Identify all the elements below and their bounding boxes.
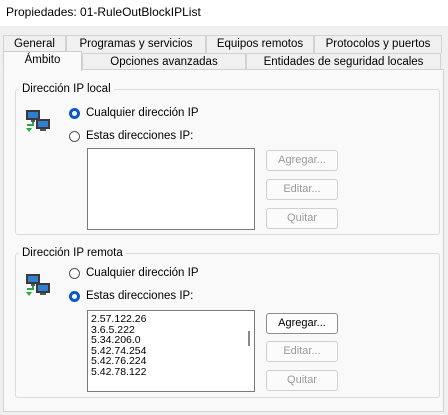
remote-any-ip-radio[interactable]: Cualquier dirección IP xyxy=(69,267,199,279)
local-edit-button[interactable]: Editar... xyxy=(266,179,338,200)
tab-ambito[interactable]: Ámbito xyxy=(3,51,82,71)
local-these-ip-radio[interactable]: Estas direcciones IP: xyxy=(69,130,193,142)
local-remove-button[interactable]: Quitar xyxy=(266,208,338,229)
title-bar: Propiedades: 01-RuleOutBlockIPList xyxy=(0,0,448,26)
remote-ip-list[interactable]: 2.57.122.26 3.6.5.222 5.34.206.0 5.42.74… xyxy=(87,310,255,392)
list-item[interactable]: 5.34.206.0 xyxy=(88,335,254,346)
remote-list-scrollbar[interactable] xyxy=(244,311,254,391)
list-item[interactable]: 5.42.78.122 xyxy=(88,366,254,378)
window-title: Propiedades: 01-RuleOutBlockIPList xyxy=(6,5,201,19)
list-item[interactable]: 5.42.76.224 xyxy=(88,356,254,367)
tab-protocolos-y-puertos[interactable]: Protocolos y puertos xyxy=(314,35,442,53)
local-any-radio-dot xyxy=(69,107,80,119)
tab-programas-y-servicios[interactable]: Programas y servicios xyxy=(66,35,206,53)
remote-any-radio-dot xyxy=(69,267,80,279)
remote-add-button[interactable]: Agregar... xyxy=(266,313,338,334)
remote-edit-button[interactable]: Editar... xyxy=(266,341,338,362)
local-add-button[interactable]: Agregar... xyxy=(266,150,338,171)
remote-these-radio-dot xyxy=(69,290,80,302)
local-ip-legend: Dirección IP local xyxy=(22,83,111,95)
remote-these-ip-radio[interactable]: Estas direcciones IP: xyxy=(69,290,193,302)
network-computers-icon xyxy=(26,110,50,132)
remote-remove-button[interactable]: Quitar xyxy=(266,370,338,391)
local-any-ip-label: Cualquier dirección IP xyxy=(86,107,199,119)
network-computers-icon xyxy=(26,274,50,296)
remote-any-ip-label: Cualquier dirección IP xyxy=(86,267,199,279)
tab-equipos-remotos[interactable]: Equipos remotos xyxy=(206,35,314,53)
local-any-ip-radio[interactable]: Cualquier dirección IP xyxy=(69,107,199,119)
local-these-ip-label: Estas direcciones IP: xyxy=(86,130,194,142)
local-these-radio-dot xyxy=(69,130,80,142)
list-item[interactable]: 2.57.122.26 xyxy=(88,314,254,325)
local-ip-list[interactable] xyxy=(87,148,255,230)
remote-these-ip-label: Estas direcciones IP: xyxy=(86,290,194,302)
remote-ip-legend: Dirección IP remota xyxy=(22,247,123,259)
scrollbar-thumb[interactable] xyxy=(248,331,250,346)
